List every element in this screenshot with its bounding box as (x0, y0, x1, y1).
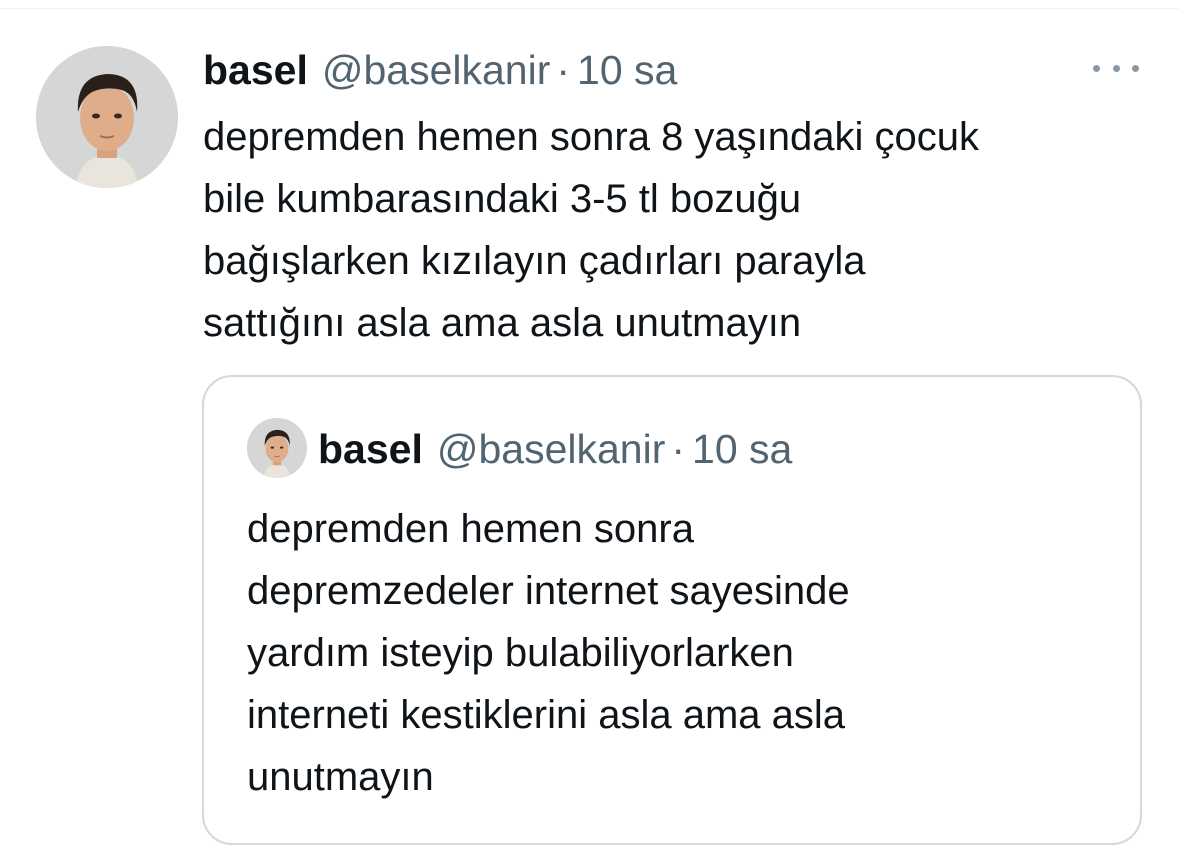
quoted-author-handle[interactable]: @baselkanir (437, 425, 666, 473)
author-name[interactable]: basel (203, 46, 308, 94)
dot-icon (1112, 64, 1120, 72)
author-handle[interactable]: @baselkanir (322, 46, 551, 94)
tweet-time[interactable]: 10 sa (577, 46, 677, 94)
tweet-header: basel @baselkanir · 10 sa (203, 46, 677, 94)
quoted-author-avatar[interactable] (247, 418, 307, 478)
separator-dot: · (671, 426, 686, 472)
quoted-tweet-card[interactable]: basel @baselkanir · 10 sa depremden heme… (202, 375, 1142, 845)
avatar-photo-icon (36, 46, 178, 188)
quoted-author-name[interactable]: basel (318, 425, 423, 473)
avatar-photo-icon (247, 418, 307, 478)
author-avatar[interactable] (36, 46, 178, 188)
quoted-tweet-header: basel @baselkanir · 10 sa (318, 425, 792, 473)
quoted-tweet-text: depremden hemen sonra depremzedeler inte… (247, 507, 850, 799)
top-divider (0, 8, 1179, 9)
dot-icon (1093, 64, 1100, 72)
quoted-tweet-time[interactable]: 10 sa (692, 425, 792, 473)
dot-icon (1132, 64, 1139, 72)
ellipsis-icon[interactable] (1093, 56, 1139, 80)
tweet-text: depremden hemen sonra 8 yaşındaki çocuk … (203, 115, 980, 345)
separator-dot: · (556, 47, 571, 93)
